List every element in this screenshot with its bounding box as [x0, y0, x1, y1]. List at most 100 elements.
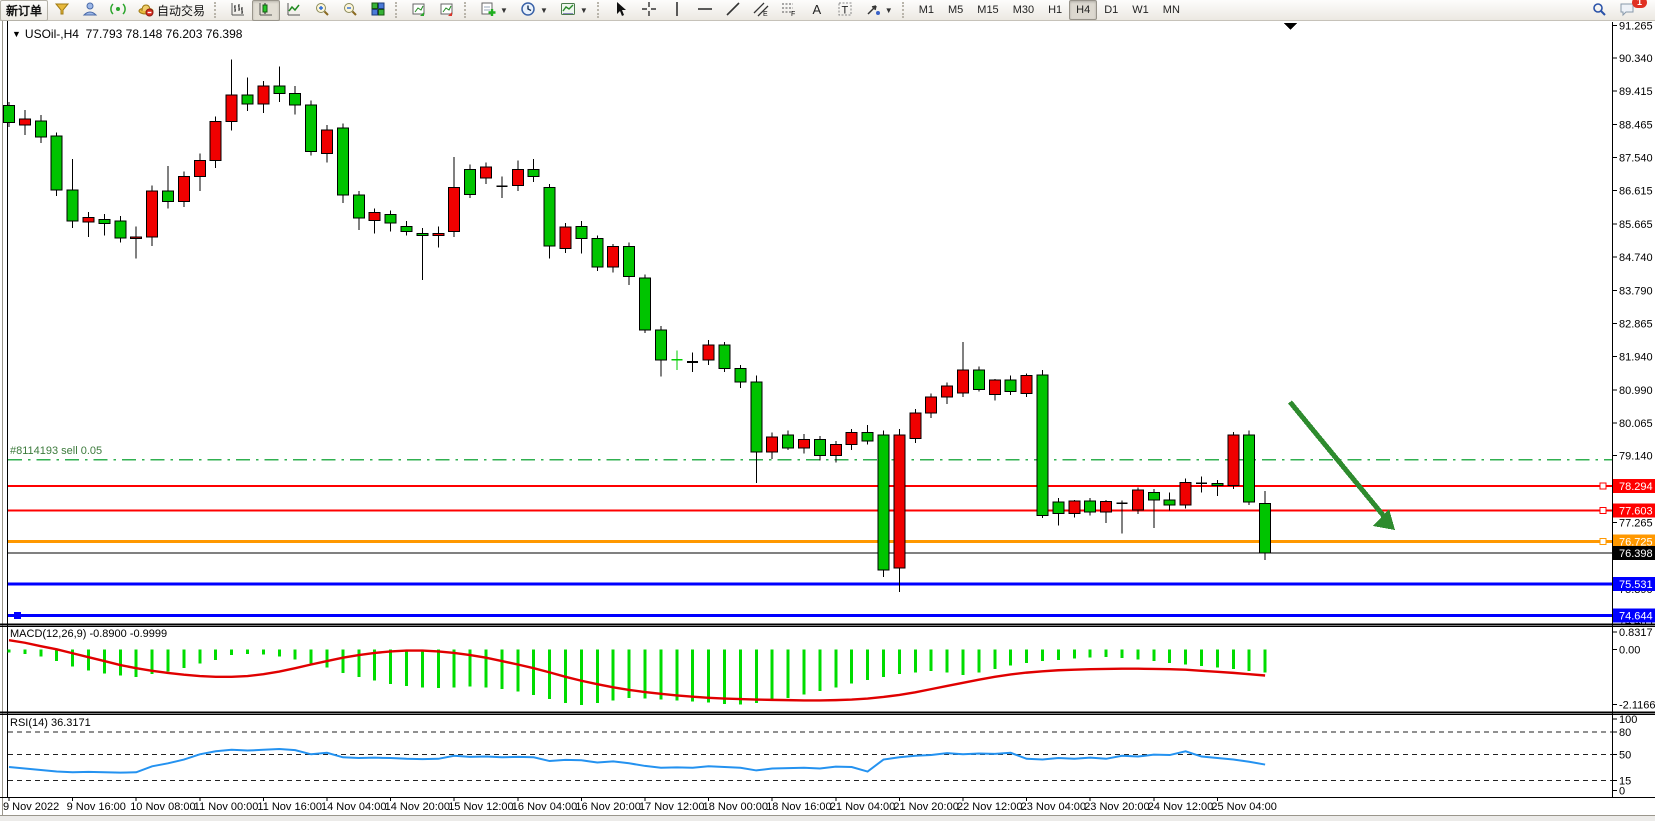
timeframe-w1-button[interactable]: W1: [1125, 0, 1156, 20]
arrange-charts-button[interactable]: [405, 0, 433, 21]
candle-body: [640, 278, 651, 330]
candle-body: [751, 382, 762, 452]
autotrading-label: 自动交易: [157, 2, 205, 19]
candle-body: [973, 370, 984, 390]
candle-body: [4, 106, 15, 123]
zoom-out-button[interactable]: [336, 0, 364, 21]
candle-body: [1037, 375, 1048, 516]
candle-body: [894, 435, 905, 568]
svg-text:0: 0: [1619, 786, 1625, 798]
svg-text:9 Nov 2022: 9 Nov 2022: [3, 801, 59, 813]
zoom-in-button[interactable]: [308, 0, 336, 21]
price-badge-label: 74.644: [1619, 610, 1653, 622]
fibonacci-tool-button[interactable]: F: [775, 0, 803, 21]
tile-windows-button[interactable]: [364, 0, 392, 21]
price-badge-label: 77.603: [1619, 505, 1653, 517]
candle-body: [1132, 490, 1143, 510]
candle-body: [608, 247, 619, 268]
signals-button[interactable]: [104, 0, 132, 21]
text-tool-button[interactable]: A: [803, 0, 831, 21]
chat-button[interactable]: 1: [1613, 0, 1641, 21]
candle-body: [814, 439, 825, 455]
vertical-line-tool-button[interactable]: [663, 0, 691, 21]
svg-text:85.665: 85.665: [1619, 219, 1653, 231]
new-order-button[interactable]: 新订单: [0, 0, 48, 21]
market-filter-button[interactable]: [48, 0, 76, 21]
candle-body: [210, 122, 221, 161]
equidistant-channel-icon: E: [753, 1, 769, 20]
candle-body: [830, 445, 841, 456]
timeframe-m1-button[interactable]: M1: [912, 0, 941, 20]
zoom-in-icon: [314, 1, 330, 20]
horizontal-line-tool-button[interactable]: [691, 0, 719, 21]
candle-body: [226, 95, 237, 122]
candle-body: [1021, 376, 1032, 394]
profile-button[interactable]: [76, 0, 104, 21]
chart-canvas[interactable]: 91.26590.34089.41588.46587.54086.61585.6…: [0, 0, 1655, 821]
svg-text:21 Nov 20:00: 21 Nov 20:00: [893, 801, 958, 813]
toolbar-grip: [464, 2, 471, 18]
svg-text:0.8317: 0.8317: [1619, 627, 1653, 639]
tile-windows-icon: [370, 1, 386, 20]
crosshair-tool-button[interactable]: [635, 0, 663, 21]
line-handle: [1600, 483, 1606, 489]
timeframe-m5-button[interactable]: M5: [941, 0, 970, 20]
trendline-tool-button[interactable]: [719, 0, 747, 21]
cascade-charts-button[interactable]: [433, 0, 461, 21]
candle-body: [1085, 501, 1096, 512]
svg-text:23 Nov 20:00: 23 Nov 20:00: [1084, 801, 1149, 813]
template-button[interactable]: ▼: [554, 0, 594, 21]
clock-icon: [520, 1, 536, 20]
candle-body: [131, 237, 142, 238]
template-icon: [560, 1, 576, 20]
candle-body: [322, 130, 333, 153]
candle-body: [592, 238, 603, 267]
svg-text:F: F: [791, 11, 795, 17]
trendline-icon: [725, 1, 741, 20]
candle-body: [958, 370, 969, 393]
candle-body: [1228, 435, 1239, 485]
candle-body: [417, 234, 428, 236]
candle-body: [719, 345, 730, 368]
candle-body: [1212, 483, 1223, 485]
candle-body: [290, 93, 301, 105]
cursor-tool-button[interactable]: [607, 0, 635, 21]
new-chart-button[interactable]: ▼: [474, 0, 514, 21]
candle-body: [147, 191, 158, 237]
svg-text:23 Nov 04:00: 23 Nov 04:00: [1021, 801, 1086, 813]
timeframe-mn-button[interactable]: MN: [1156, 0, 1187, 20]
autotrading-button[interactable]: 自动交易: [132, 0, 211, 21]
chevron-down-icon: ▼: [885, 6, 893, 15]
period-button[interactable]: ▼: [514, 0, 554, 21]
candlestick-chart-button[interactable]: [252, 0, 280, 21]
svg-text:15 Nov 12:00: 15 Nov 12:00: [448, 801, 513, 813]
candle-body: [767, 437, 778, 452]
timeframe-m15-button[interactable]: M15: [970, 0, 1005, 20]
svg-text:21 Nov 04:00: 21 Nov 04:00: [830, 801, 895, 813]
bar-chart-button[interactable]: [224, 0, 252, 21]
text-label-tool-button[interactable]: T: [831, 0, 859, 21]
svg-text:80.065: 80.065: [1619, 418, 1653, 430]
svg-text:86.615: 86.615: [1619, 185, 1653, 197]
candle-body: [1244, 435, 1255, 502]
channel-tool-button[interactable]: E: [747, 0, 775, 21]
candle-body: [449, 187, 460, 231]
search-button[interactable]: [1585, 0, 1613, 21]
line-chart-button[interactable]: [280, 0, 308, 21]
timeframe-h1-button[interactable]: H1: [1041, 0, 1069, 20]
svg-text:90.340: 90.340: [1619, 53, 1653, 65]
arrows-tool-button[interactable]: ▼: [859, 0, 899, 21]
timeframe-h4-button[interactable]: H4: [1069, 0, 1097, 20]
svg-text:80.990: 80.990: [1619, 385, 1653, 397]
timeframe-d1-button[interactable]: D1: [1097, 0, 1125, 20]
candle-body: [942, 386, 953, 397]
price-badge-label: 75.531: [1619, 579, 1653, 591]
svg-text:50: 50: [1619, 749, 1631, 761]
candle-body: [655, 330, 666, 360]
candle-body: [35, 121, 46, 137]
toolbar-grip: [597, 2, 604, 18]
svg-text:82.865: 82.865: [1619, 319, 1653, 331]
svg-text:18 Nov 16:00: 18 Nov 16:00: [766, 801, 831, 813]
candle-body: [242, 95, 253, 104]
timeframe-m30-button[interactable]: M30: [1006, 0, 1041, 20]
